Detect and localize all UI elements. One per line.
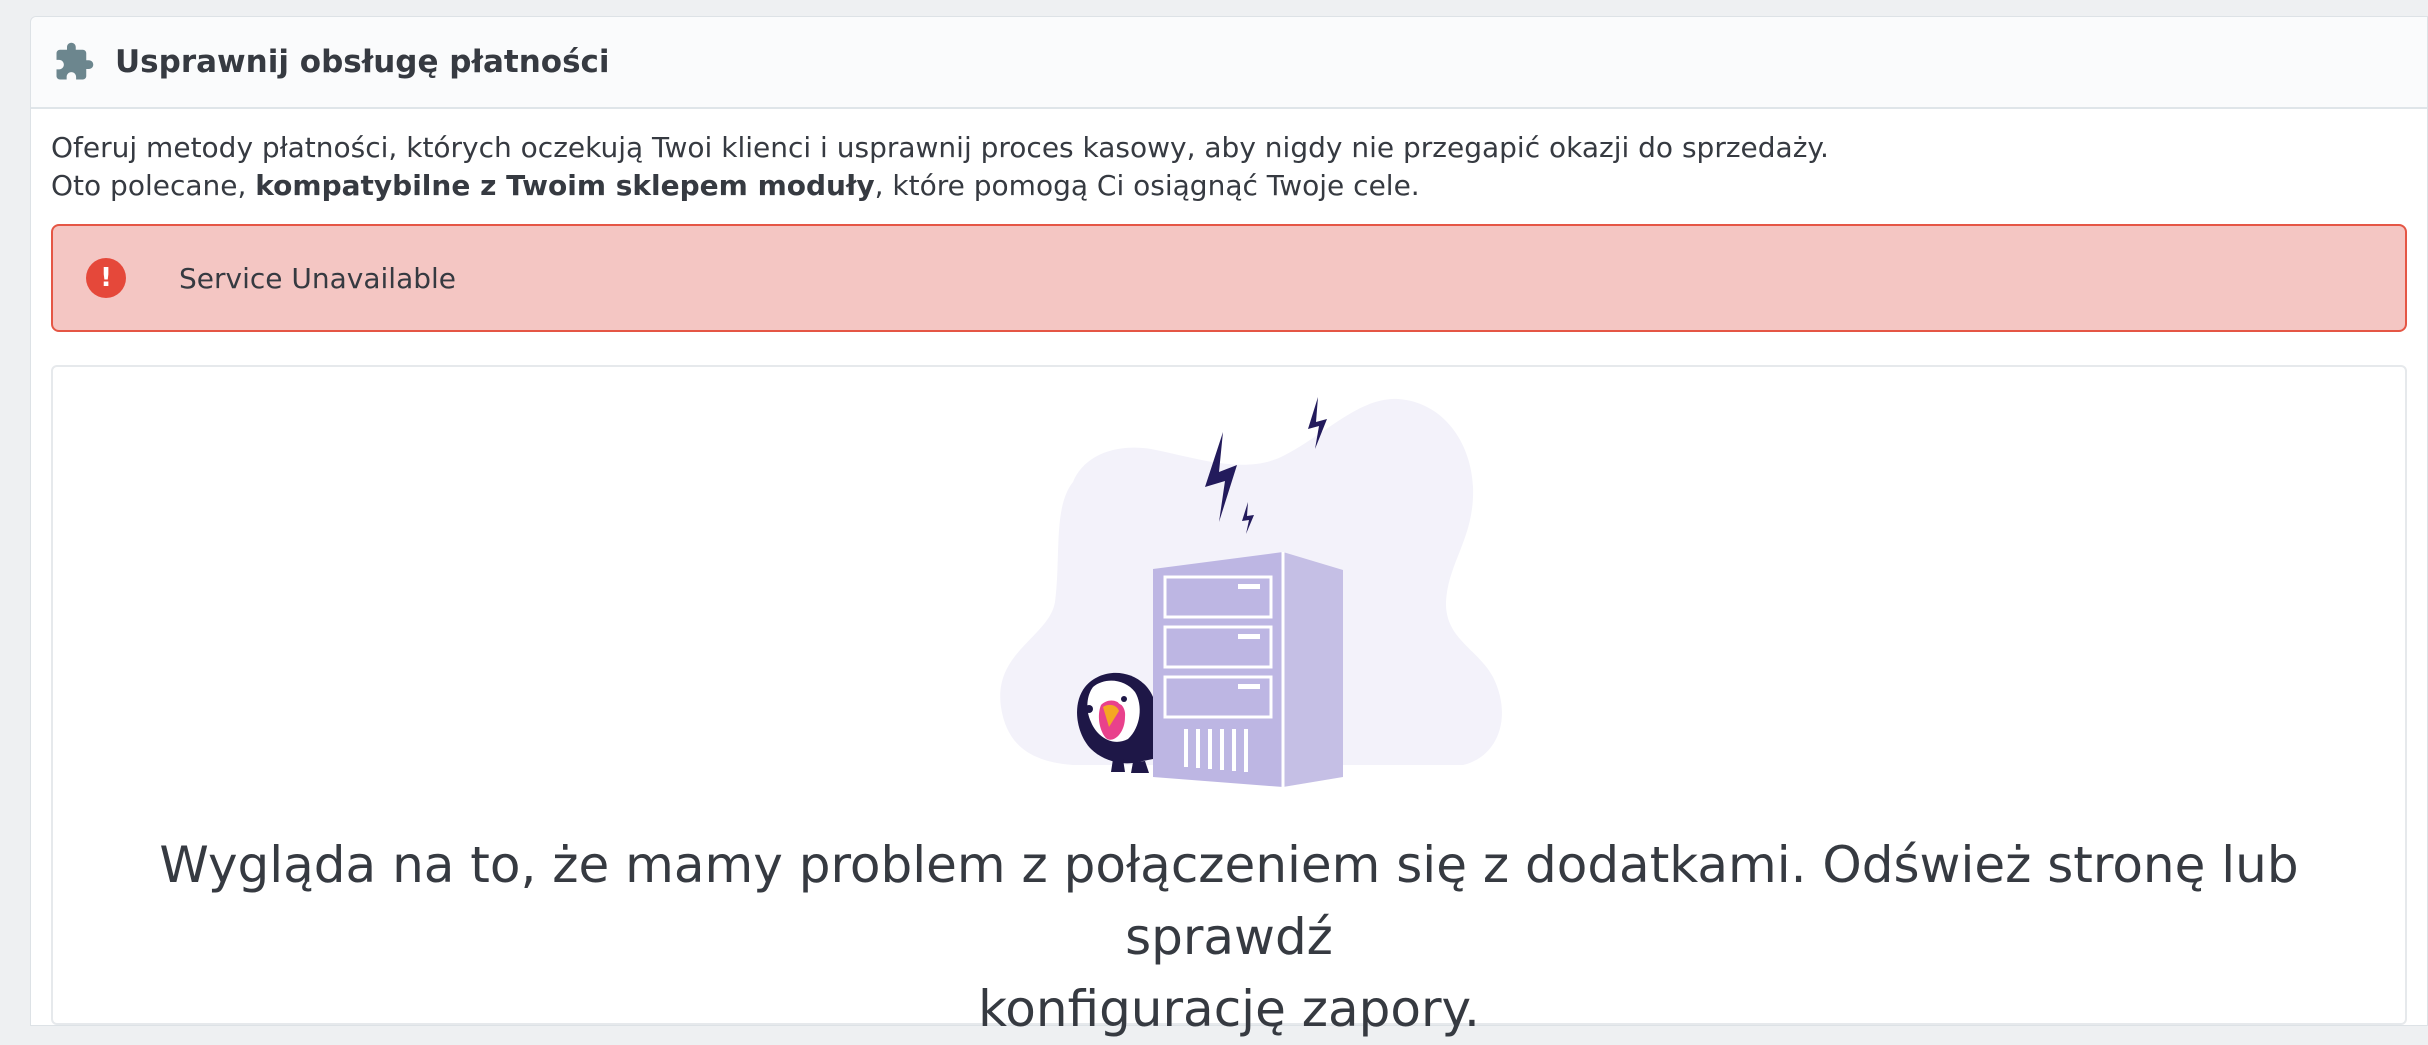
alert-message: Service Unavailable: [179, 261, 457, 295]
error-message-line-1: Wygląda na to, że mamy problem z połącze…: [159, 836, 2299, 966]
card-header: Usprawnij obsługę płatności: [31, 17, 2427, 109]
server-side: [1283, 552, 1343, 787]
intro-line-2: Oto polecane, kompatybilne z Twoim sklep…: [51, 167, 1829, 205]
payment-modules-card: Usprawnij obsługę płatności Oferuj metod…: [30, 16, 2428, 1038]
intro-text: Oferuj metody płatności, których oczekuj…: [51, 129, 1829, 205]
intro-line-2-prefix: Oto polecane,: [51, 169, 256, 202]
exclamation-icon: !: [86, 258, 126, 298]
intro-line-1: Oferuj metody płatności, których oczekuj…: [51, 131, 1829, 164]
intro-line-2-bold: kompatybilne z Twoim sklepem moduły: [255, 169, 875, 202]
error-alert: ! Service Unavailable: [51, 224, 2407, 332]
card-title: Usprawnij obsługę płatności: [115, 44, 610, 80]
server-front: [1153, 552, 1283, 787]
intro-line-2-suffix: , które pomogą Ci osiągnąć Twoje cele.: [874, 169, 1420, 202]
server-error-illustration: [1000, 397, 1502, 787]
error-panel: Wygląda na to, że mamy problem z połącze…: [51, 365, 2407, 1038]
puzzle-icon: [51, 39, 97, 85]
connection-error-message: Wygląda na to, że mamy problem z połącze…: [53, 829, 2405, 1045]
error-message-line-2: konfigurację zapory.: [978, 980, 1480, 1038]
